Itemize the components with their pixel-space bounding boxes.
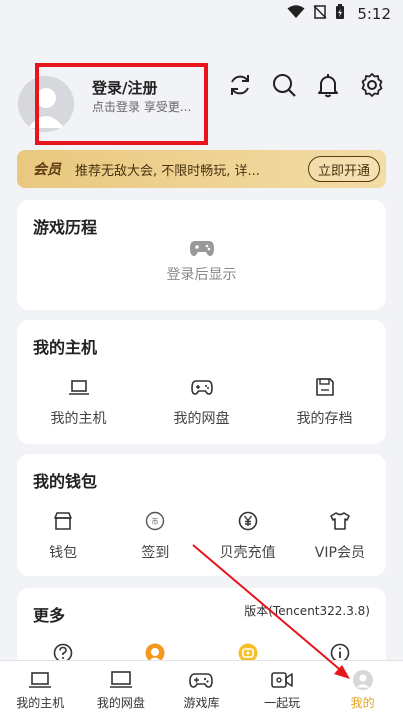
host-actions: 我的主机 我的网盘 我的存档 — [17, 376, 386, 428]
my-wallet-card: 我的钱包 钱包 币 签到 贝壳充值 VIP会员 — [17, 454, 386, 576]
login-to-view-hint: 登录后显示 — [166, 267, 237, 283]
status-bar: 5:12 — [0, 0, 403, 28]
my-host-title: 我的主机 — [33, 338, 98, 357]
bottom-tab-bar: 我的主机 我的网盘 游戏库 一起玩 我的 — [0, 660, 403, 716]
coin-icon: 币 — [144, 510, 166, 532]
laptop-icon — [28, 669, 52, 691]
tab-play-together[interactable]: 一起玩 — [242, 661, 323, 716]
version-text: 版本(Tencent322.3.8) — [244, 604, 370, 618]
shell-recharge-button[interactable]: 贝壳充值 — [202, 510, 294, 562]
my-wallet-title: 我的钱包 — [33, 472, 98, 491]
vip-member-button[interactable]: VIP会员 — [294, 510, 386, 562]
monitor-icon — [109, 669, 133, 691]
user-avatar-icon — [351, 669, 375, 691]
tab-my-host[interactable]: 我的主机 — [0, 661, 81, 716]
top-icons — [227, 72, 385, 98]
video-camera-icon — [270, 669, 294, 691]
login-highlight-box — [35, 63, 208, 145]
refresh-icon[interactable] — [227, 72, 253, 98]
gear-icon[interactable] — [359, 72, 385, 98]
my-saves-button[interactable]: 我的存档 — [263, 376, 386, 428]
gamepad-icon — [189, 669, 214, 691]
tab-mine[interactable]: 我的 — [322, 661, 403, 716]
profile-header: 登录/注册 点击登录 享受更... — [0, 28, 403, 148]
bell-icon[interactable] — [315, 72, 341, 98]
tab-game-library-label: 游戏库 — [183, 695, 220, 710]
my-cloud-drive-label: 我的网盘 — [173, 411, 230, 427]
vip-tag: 会员 — [33, 162, 61, 178]
laptop-icon — [68, 376, 90, 398]
my-host-label: 我的主机 — [50, 411, 107, 427]
svg-text:币: 币 — [152, 518, 159, 526]
more-title: 更多 — [33, 606, 66, 625]
tab-my-host-label: 我的主机 — [16, 695, 65, 710]
yen-coin-icon — [237, 510, 259, 532]
my-host-card: 我的主机 我的主机 我的网盘 我的存档 — [17, 320, 386, 444]
game-history-title: 游戏历程 — [33, 218, 98, 237]
tab-mine-label: 我的 — [350, 695, 375, 710]
check-in-label: 签到 — [141, 545, 170, 561]
tab-play-together-label: 一起玩 — [264, 695, 301, 710]
gamepad-icon — [190, 376, 213, 398]
wallet-label: 钱包 — [49, 545, 78, 561]
wallet-button[interactable]: 钱包 — [17, 510, 109, 562]
tab-my-cloud-drive[interactable]: 我的网盘 — [81, 661, 162, 716]
vip-banner[interactable]: 会员 推荐无敌大会, 不限时畅玩, 详... 立即开通 — [17, 150, 386, 188]
wallet-actions: 钱包 币 签到 贝壳充值 VIP会员 — [17, 510, 386, 562]
wifi-icon — [287, 5, 305, 23]
signal-muted-icon — [313, 5, 327, 23]
store-icon — [52, 510, 74, 532]
my-saves-label: 我的存档 — [296, 411, 353, 427]
my-host-button[interactable]: 我的主机 — [17, 376, 140, 428]
shirt-icon — [329, 510, 351, 532]
vip-promo-text: 推荐无敌大会, 不限时畅玩, 详... — [75, 163, 260, 179]
status-time: 5:12 — [357, 5, 391, 23]
gamepad-icon — [189, 238, 215, 258]
check-in-button[interactable]: 币 签到 — [109, 510, 201, 562]
my-cloud-drive-button[interactable]: 我的网盘 — [140, 376, 263, 428]
tab-my-cloud-drive-label: 我的网盘 — [96, 695, 145, 710]
save-disk-icon — [314, 376, 336, 398]
tab-game-library[interactable]: 游戏库 — [161, 661, 242, 716]
game-history-card: 游戏历程 登录后显示 — [17, 200, 386, 310]
search-icon[interactable] — [271, 72, 297, 98]
shell-recharge-label: 贝壳充值 — [219, 545, 276, 561]
battery-icon — [335, 4, 345, 24]
vip-open-button[interactable]: 立即开通 — [307, 156, 380, 182]
vip-member-label: VIP会员 — [314, 545, 365, 561]
